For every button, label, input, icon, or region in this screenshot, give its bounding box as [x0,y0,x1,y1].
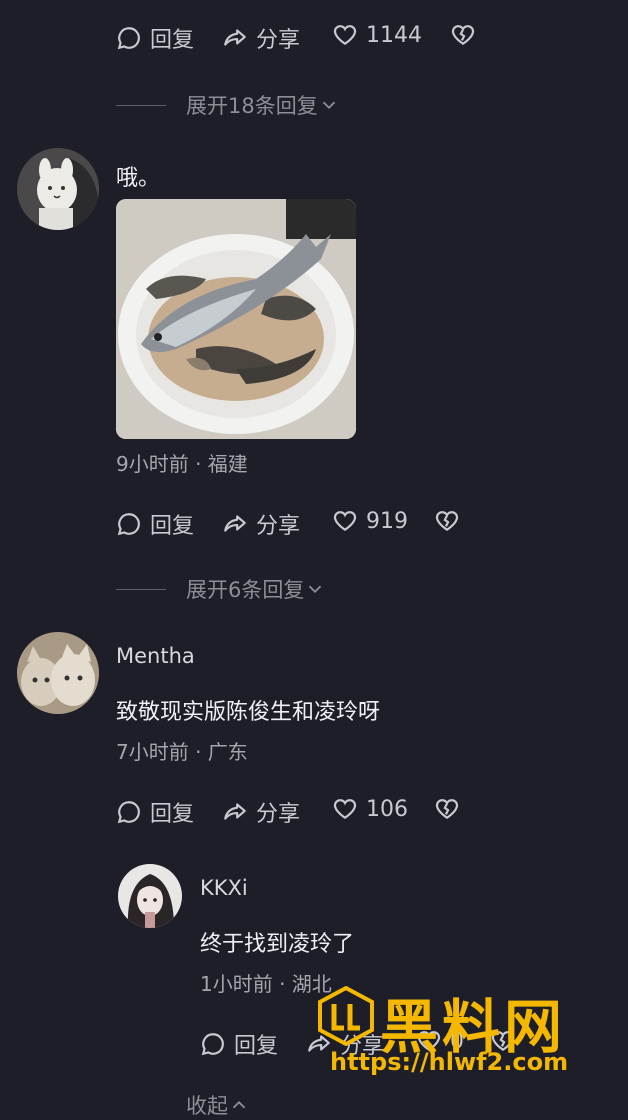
reply-label: 回复 [150,802,195,827]
heart-icon [417,1031,441,1051]
collapse-replies-button[interactable]: 收起 [186,1090,250,1120]
like-button[interactable]: 919 [332,508,408,534]
heart-icon [333,511,357,531]
comment-text: 哦。 [116,166,161,191]
share-arrow-icon [224,29,246,46]
share-arrow-icon [224,515,246,532]
divider [116,104,166,106]
avatar-image [17,148,99,230]
share-arrow-icon [308,1035,330,1052]
expand-replies-label: 展开18条回复 [186,94,318,118]
like-button[interactable]: 106 [332,796,408,822]
comment-meta: 9小时前 · 福建 [116,452,248,476]
avatar-image [17,632,99,714]
avatar[interactable] [17,632,99,714]
share-arrow-icon [224,803,246,820]
share-label: 分享 [256,28,301,53]
reply-label: 回复 [150,28,195,53]
dislike-button[interactable] [490,1028,516,1054]
reply-meta: 1小时前 · 湖北 [200,972,332,996]
share-button[interactable]: 分享 [222,508,300,540]
expand-replies-button[interactable]: 展开6条回复 [116,574,326,604]
comment-image[interactable] [116,199,356,439]
chevron-down-icon [309,585,322,594]
watermark-title: 黑料网 [380,993,567,1061]
like-count: 1144 [366,22,422,48]
reply-label: 回复 [150,514,195,539]
chevron-up-icon [232,1100,246,1109]
comment-bubble-icon [201,1033,224,1056]
like-count: 919 [366,508,408,534]
share-button[interactable]: 分享 [306,1028,384,1060]
share-button[interactable]: 分享 [222,796,300,828]
heart-icon [333,799,357,819]
broken-heart-icon [451,25,475,45]
broken-heart-icon [435,511,459,531]
comment-bubble-icon [117,801,140,824]
collapse-label: 收起 [186,1094,228,1118]
like-count: 106 [366,796,408,822]
avatar-image [118,864,182,928]
share-label: 分享 [256,514,301,539]
share-button[interactable]: 分享 [222,22,300,54]
like-button[interactable]: 0 [416,1028,464,1054]
reply-button[interactable]: 回复 [116,796,194,828]
reply-button[interactable]: 回复 [116,22,194,54]
share-label: 分享 [256,802,301,827]
reply-label: 回复 [234,1034,279,1059]
username[interactable]: KKXi [200,876,248,900]
comment-text: 致敬现实版陈俊生和凌玲呀 [116,700,381,725]
divider [116,588,166,590]
share-label: 分享 [340,1034,385,1059]
broken-heart-icon [435,799,459,819]
chevron-down-icon [322,101,335,110]
avatar[interactable] [118,864,182,928]
comment-bubble-icon [117,27,140,50]
like-count: 0 [450,1028,464,1054]
fish-plate-photo [116,199,356,439]
username[interactable]: Mentha [116,644,195,668]
avatar[interactable] [17,148,99,230]
reply-button[interactable]: 回复 [200,1028,278,1060]
expand-replies-button[interactable]: 展开18条回复 [116,90,340,120]
reply-text: 终于找到凌玲了 [200,932,355,957]
comment-bubble-icon [117,513,140,536]
expand-replies-label: 展开6条回复 [186,578,305,602]
dislike-button[interactable] [434,796,460,822]
dislike-button[interactable] [434,508,460,534]
dislike-button[interactable] [450,22,476,48]
heart-icon [333,25,357,45]
broken-heart-icon [491,1031,515,1051]
comment-meta: 7小时前 · 广东 [116,740,248,764]
reply-button[interactable]: 回复 [116,508,194,540]
like-button[interactable]: 1144 [332,22,422,48]
